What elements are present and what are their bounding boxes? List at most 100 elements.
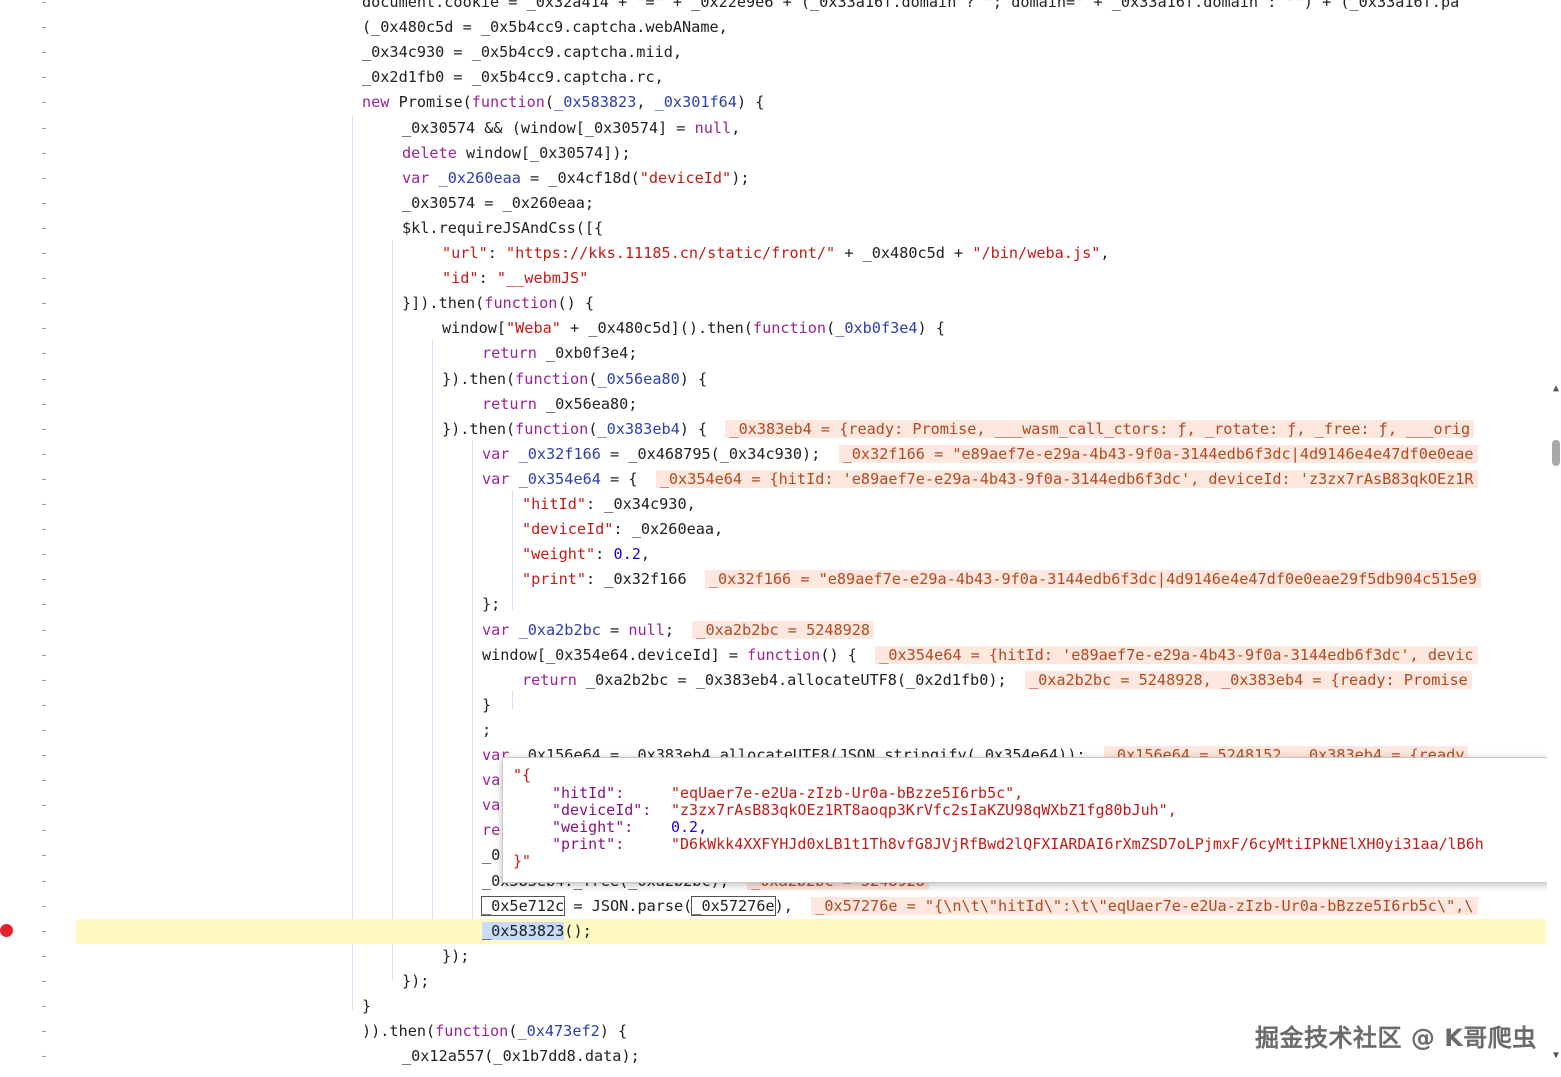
gutter-marker[interactable]: - — [38, 291, 50, 316]
code-line[interactable]: window[_0x354e64.deviceId] = function() … — [76, 643, 1546, 668]
gutter-marker[interactable]: - — [38, 241, 50, 266]
code-token[interactable]: function — [515, 370, 588, 388]
code-token[interactable]: _0x583823 — [554, 93, 636, 111]
code-token[interactable]: , — [731, 119, 740, 137]
code-token[interactable]: delete — [402, 144, 457, 162]
gutter-marker[interactable]: - — [38, 65, 50, 90]
gutter-marker[interactable]: - — [38, 768, 50, 793]
code-token[interactable]: va — [482, 796, 500, 814]
code-line[interactable]: } — [76, 994, 1546, 1019]
code-token[interactable]: }]).then( — [402, 294, 484, 312]
code-token[interactable]: ), — [775, 897, 812, 915]
code-token[interactable]: window[_0x354e64.deviceId] = — [482, 646, 747, 664]
code-token[interactable]: ) { — [737, 93, 764, 111]
code-token[interactable]: va — [482, 771, 500, 789]
code-token[interactable]: }; — [482, 595, 500, 613]
gutter-marker[interactable]: - — [38, 718, 50, 743]
code-token[interactable]: "Weba" — [506, 319, 561, 337]
gutter-marker[interactable]: - — [38, 216, 50, 241]
code-token[interactable]: null — [628, 621, 665, 639]
code-token[interactable]: window[ — [442, 319, 506, 337]
gutter-marker[interactable]: - — [38, 592, 50, 617]
code-line[interactable]: return _0xa2b2bc = _0x383eb4.allocateUTF… — [76, 668, 1546, 693]
code-token[interactable]: ); — [731, 169, 749, 187]
code-line[interactable]: "hitId": _0x34c930, — [76, 492, 1546, 517]
code-line[interactable]: var _0x260eaa = _0x4cf18d("deviceId"); — [76, 166, 1546, 191]
code-token[interactable]: "__webmJS" — [497, 269, 588, 287]
code-token[interactable]: ; — [482, 721, 491, 739]
code-line[interactable]: _0x30574 = _0x260eaa; — [76, 191, 1546, 216]
code-token[interactable]: function — [484, 294, 557, 312]
gutter-marker[interactable]: - — [38, 843, 50, 868]
code-token[interactable]: function — [515, 420, 588, 438]
code-token[interactable]: _0x30574 = _0x260eaa; — [402, 194, 594, 212]
gutter-marker[interactable]: - — [38, 693, 50, 718]
code-line[interactable]: window["Weba" + _0x480c5d]().then(functi… — [76, 316, 1546, 341]
code-token[interactable]: _0x5e712c — [480, 895, 566, 916]
line-gutter[interactable]: ----------------------------------------… — [0, 0, 76, 1077]
code-token[interactable]: _0x2d1fb0 = _0x5b4cc9.captcha.rc, — [362, 68, 664, 86]
code-token[interactable]: } — [362, 997, 371, 1015]
code-token[interactable]: } — [482, 696, 491, 714]
code-token[interactable]: ) { — [680, 370, 707, 388]
code-token[interactable]: + _0x480c5d]().then( — [561, 319, 753, 337]
code-line[interactable]: "weight": 0.2, — [76, 542, 1546, 567]
code-token[interactable]: "https://kks.11185.cn/static/front/" — [506, 244, 835, 262]
code-token[interactable]: () { — [820, 646, 875, 664]
code-line[interactable]: return _0xb0f3e4; — [76, 341, 1546, 366]
code-line[interactable]: $kl.requireJSAndCss([{ — [76, 216, 1546, 241]
code-line[interactable]: "print": _0x32f166 _0x32f166 = "e89aef7e… — [76, 567, 1546, 592]
code-token[interactable]: "hitId" — [522, 495, 586, 513]
code-token[interactable]: var — [482, 470, 509, 488]
code-token[interactable]: "id" — [442, 269, 479, 287]
code-token[interactable]: ) { — [680, 420, 726, 438]
gutter-marker[interactable]: - — [38, 743, 50, 768]
gutter-marker[interactable]: - — [38, 341, 50, 366]
gutter-marker[interactable]: - — [38, 141, 50, 166]
gutter-marker[interactable]: - — [38, 818, 50, 843]
code-token[interactable]: _0x354e64 — [519, 470, 601, 488]
code-line[interactable]: "deviceId": _0x260eaa, — [76, 517, 1546, 542]
code-token[interactable]: _0x301f64 — [655, 93, 737, 111]
code-token[interactable]: function — [472, 93, 545, 111]
code-line[interactable]: ; — [76, 718, 1546, 743]
code-token[interactable]: = _0x468795(_0x34c930); — [601, 445, 839, 463]
code-token[interactable]: _0x56ea80; — [537, 395, 637, 413]
code-line[interactable]: "url": "https://kks.11185.cn/static/fron… — [76, 241, 1546, 266]
code-line[interactable]: _0x34c930 = _0x5b4cc9.captcha.miid, — [76, 40, 1546, 65]
code-token[interactable]: _0x57276e — [691, 895, 776, 916]
gutter-marker[interactable]: - — [38, 969, 50, 994]
code-token[interactable]: var — [482, 621, 509, 639]
code-line[interactable]: document.cookie = _0x32a414 + "=" + _0x2… — [76, 0, 1546, 15]
gutter-marker[interactable]: - — [38, 116, 50, 141]
gutter-marker[interactable]: - — [38, 191, 50, 216]
code-token[interactable]: }); — [402, 972, 429, 990]
code-token[interactable]: : _0x34c930, — [586, 495, 696, 513]
code-token[interactable]: _0x30574 && (window[_0x30574] = — [402, 119, 695, 137]
code-token[interactable]: re — [482, 821, 500, 839]
vertical-scrollbar[interactable]: ▲ ▼ — [1547, 0, 1561, 1077]
code-token[interactable]: _0 — [482, 846, 500, 864]
code-line[interactable]: _0x2d1fb0 = _0x5b4cc9.captcha.rc, — [76, 65, 1546, 90]
code-token[interactable]: "url" — [442, 244, 488, 262]
code-line[interactable]: "id": "__webmJS" — [76, 266, 1546, 291]
gutter-marker[interactable]: - — [38, 492, 50, 517]
gutter-marker[interactable]: - — [38, 166, 50, 191]
code-token[interactable]: , — [641, 545, 650, 563]
code-token[interactable]: "deviceId" — [640, 169, 731, 187]
scroll-up-icon[interactable]: ▲ — [1553, 383, 1559, 394]
gutter-marker[interactable]: - — [38, 467, 50, 492]
code-token[interactable]: $kl.requireJSAndCss([{ — [402, 219, 603, 237]
code-token[interactable]: _0xb0f3e4; — [537, 344, 637, 362]
gutter-marker[interactable]: - — [38, 0, 50, 15]
gutter-marker[interactable]: - — [38, 869, 50, 894]
code-token[interactable]: var — [402, 169, 429, 187]
code-token[interactable]: return — [482, 395, 537, 413]
gutter-marker[interactable]: - — [38, 618, 50, 643]
code-token[interactable]: , — [636, 93, 654, 111]
code-token[interactable]: var — [482, 445, 509, 463]
code-token[interactable]: _0xb0f3e4 — [835, 319, 917, 337]
code-token[interactable]: : — [488, 244, 506, 262]
code-token[interactable]: )).then( — [362, 1022, 435, 1040]
code-token[interactable] — [429, 169, 438, 187]
